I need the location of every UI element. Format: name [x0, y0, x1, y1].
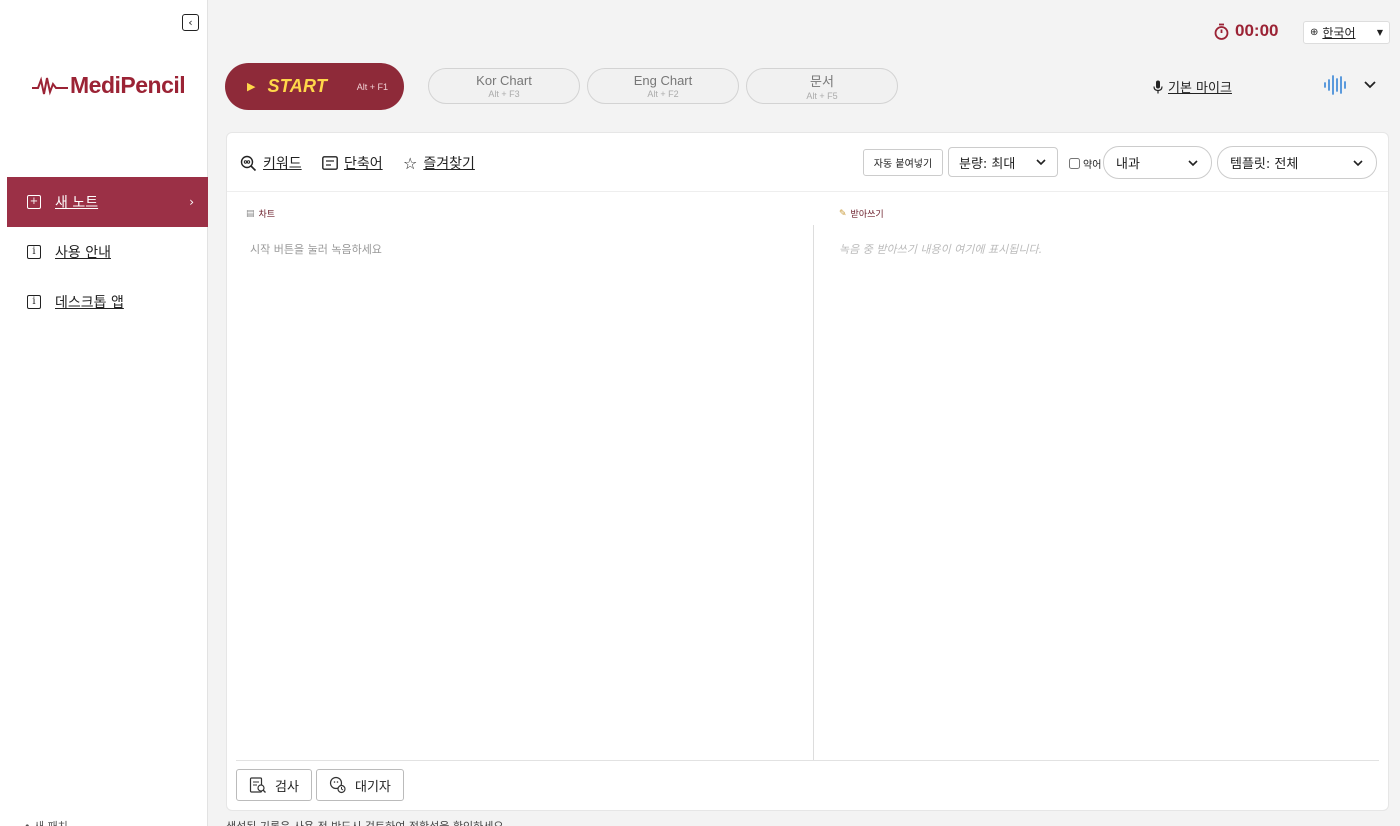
chevron-left-icon: ‹ [188, 16, 193, 29]
audio-wave-icon [1324, 75, 1346, 95]
exam-button[interactable]: 검사 [236, 769, 312, 801]
heartbeat-icon [32, 75, 68, 96]
chevron-down-icon [1353, 159, 1363, 166]
keyword-search-icon [240, 155, 257, 171]
language-label: 한국어 [1322, 26, 1356, 40]
stopwatch-icon [1214, 23, 1229, 40]
microphone-label: 기본 마이크 [1168, 81, 1232, 96]
mode-document-button[interactable]: 문서 Alt + F5 [746, 68, 898, 104]
chevron-down-icon [1188, 159, 1198, 166]
timer-value: 00:00 [1235, 21, 1279, 40]
favorites-label: 즐겨찾기 [423, 156, 475, 172]
microphone-icon [1153, 80, 1163, 93]
exam-label: 검사 [275, 779, 299, 795]
abbreviation-toggle[interactable]: 약어 [1069, 156, 1101, 171]
language-select[interactable]: ⊕ 한국어 ▼ [1303, 21, 1390, 44]
chart-title: 차트 [258, 210, 276, 220]
patch-note-link[interactable]: • 새 패치 [24, 818, 68, 826]
chart-output-area[interactable]: 시작 버튼을 눌러 녹음하세요 [250, 241, 382, 257]
recording-timer: 00:00 [1214, 21, 1278, 41]
waitlist-label: 대기자 [355, 779, 391, 795]
department-label: 내과 [1116, 157, 1140, 172]
panel-toolbar: 키워드 단축어 ☆ 즐겨찾기 자동 붙여넣기 분량: 최대 약어 내과 템플릿:… [227, 133, 1388, 192]
sidebar-nav: + 새 노트 › i 사용 안내 i 데스크톱 앱 [7, 177, 208, 327]
mode-shortcut: Alt + F2 [647, 89, 679, 99]
sidebar-item-label: 새 노트 [55, 195, 99, 211]
sidebar-item-desktop-app[interactable]: i 데스크톱 앱 [7, 277, 208, 327]
editor-panel: 키워드 단축어 ☆ 즐겨찾기 자동 붙여넣기 분량: 최대 약어 내과 템플릿:… [226, 132, 1389, 811]
start-button[interactable]: ▶ START Alt + F1 [225, 63, 404, 110]
pencil-note-icon: ✎ [839, 208, 847, 219]
user-clock-icon [329, 776, 346, 794]
mode-label: Kor Chart [476, 73, 532, 88]
sidebar: ‹ MediPencil + 새 노트 › i 사용 안내 i 데스크톱 앱 •… [0, 0, 208, 826]
column-divider [813, 225, 814, 760]
sidebar-item-label: 데스크톱 앱 [55, 295, 124, 311]
sidebar-item-guide[interactable]: i 사용 안내 [7, 227, 208, 277]
shortcut-words-label: 단축어 [344, 156, 383, 172]
chevron-down-icon[interactable] [1363, 78, 1377, 92]
clipboard-search-icon [249, 777, 266, 793]
mode-shortcut: Alt + F5 [806, 91, 838, 101]
chart-section-title: ▤ 차트 [246, 207, 276, 221]
amount-label: 분량: 최대 [959, 156, 1016, 172]
logo-text: MediPencil [70, 72, 186, 98]
mode-label: Eng Chart [633, 73, 693, 88]
waitlist-button[interactable]: 대기자 [316, 769, 404, 801]
start-label: START [267, 76, 328, 96]
star-icon: ☆ [403, 153, 418, 173]
dictation-output-area[interactable]: 녹음 중 받아쓰기 내용이 여기에 표시됩니다. [839, 241, 1042, 257]
mode-label: 문서 [810, 74, 834, 89]
footer-divider [236, 760, 1379, 761]
keyword-label: 키워드 [263, 156, 302, 172]
sidebar-item-label: 사용 안내 [55, 245, 111, 261]
amount-select[interactable]: 분량: 최대 [948, 147, 1058, 177]
memo-icon: ▤ [246, 208, 255, 219]
info-icon: i [27, 245, 41, 259]
dictation-section-title: ✎ 받아쓰기 [839, 207, 884, 221]
logo: MediPencil [32, 72, 186, 99]
plus-box-icon: + [27, 195, 41, 209]
abbreviation-checkbox[interactable] [1069, 158, 1080, 169]
sidebar-item-new-note[interactable]: + 새 노트 › [7, 177, 208, 227]
auto-paste-button[interactable]: 자동 붙여넣기 [863, 149, 943, 176]
mode-shortcut: Alt + F3 [488, 89, 520, 99]
microphone-select[interactable]: 기본 마이크 [1153, 77, 1232, 96]
globe-icon: ⊕ [1310, 27, 1319, 38]
shortcut-words-button[interactable]: 단축어 [322, 153, 383, 173]
text-box-icon [322, 156, 338, 170]
dictation-title: 받아쓰기 [850, 210, 884, 220]
main-area: 00:00 ⊕ 한국어 ▼ ▶ START Alt + F1 Kor Chart… [209, 0, 1400, 826]
review-notice: 생성된 기록은 사용 전 반드시 검토하여 정확성을 확인하세요. [226, 818, 507, 826]
template-select[interactable]: 템플릿: 전체 [1217, 146, 1377, 179]
mode-eng-chart-button[interactable]: Eng Chart Alt + F2 [587, 68, 739, 104]
department-select[interactable]: 내과 [1103, 146, 1212, 179]
start-shortcut: Alt + F1 [356, 81, 388, 92]
info-icon: i [27, 295, 41, 309]
mode-kor-chart-button[interactable]: Kor Chart Alt + F3 [428, 68, 580, 104]
abbreviation-label: 약어 [1083, 160, 1102, 171]
chevron-down-icon [1036, 159, 1046, 166]
caret-down-icon: ▼ [1376, 28, 1383, 37]
template-label: 템플릿: 전체 [1230, 157, 1299, 172]
play-icon: ▶ [247, 80, 256, 93]
chevron-right-icon: › [189, 195, 194, 209]
sidebar-collapse-button[interactable]: ‹ [182, 14, 199, 31]
keyword-button[interactable]: 키워드 [240, 153, 302, 173]
favorites-button[interactable]: ☆ 즐겨찾기 [403, 153, 475, 173]
